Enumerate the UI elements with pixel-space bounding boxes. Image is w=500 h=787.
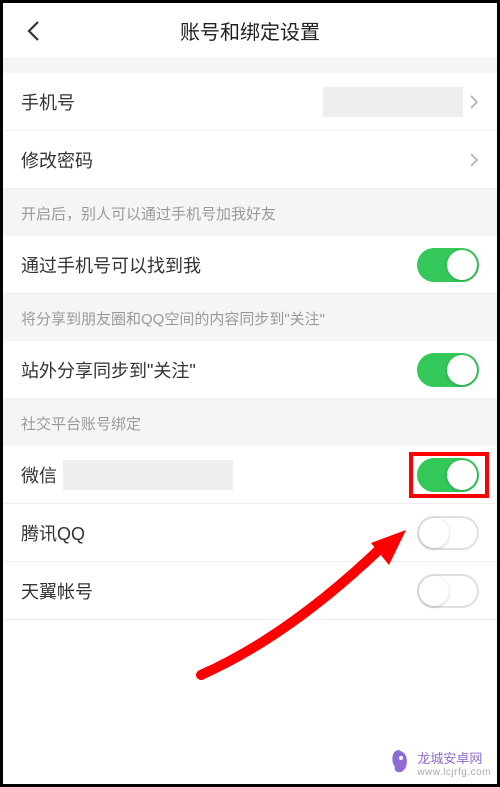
tianyi-label: 天翼帐号 [21,578,93,604]
sync-toggle[interactable] [417,353,479,387]
watermark-name: 龙城安卓网 [417,751,482,766]
find-by-phone-toggle[interactable] [417,248,479,282]
watermark-url: www.lcjrfg.com [417,767,491,778]
chevron-left-icon [26,20,40,42]
chevron-right-icon [469,94,479,110]
sync-label: 站外分享同步到"关注" [21,357,196,383]
sync-desc: 将分享到朋友圈和QQ空间的内容同步到"关注" [3,294,497,341]
social-header: 社交平台账号绑定 [3,399,497,446]
sync-row: 站外分享同步到"关注" [3,341,497,399]
qq-toggle[interactable] [417,516,479,550]
find-by-phone-row: 通过手机号可以找到我 [3,236,497,294]
qq-label: 腾讯QQ [21,520,85,546]
find-by-phone-label: 通过手机号可以找到我 [21,252,201,278]
qq-row: 腾讯QQ [3,504,497,562]
chevron-right-icon [469,152,479,168]
phone-label: 手机号 [21,89,75,115]
section-gap [3,59,497,73]
wechat-value-masked [63,460,233,490]
wechat-label: 微信 [21,462,57,488]
phone-row[interactable]: 手机号 [3,73,497,131]
watermark: 龙城安卓网 www.lcjrfg.com [385,747,491,778]
watermark-logo-icon [385,747,413,778]
back-button[interactable] [17,15,49,47]
change-password-label: 修改密码 [21,147,93,173]
wechat-toggle[interactable] [417,458,479,492]
page-title: 账号和绑定设置 [3,16,497,45]
change-password-row[interactable]: 修改密码 [3,131,497,189]
tianyi-row: 天翼帐号 [3,562,497,620]
phone-value-masked [323,87,463,117]
wechat-row: 微信 [3,446,497,504]
tianyi-toggle[interactable] [417,574,479,608]
find-by-phone-desc: 开启后，别人可以通过手机号加我好友 [3,189,497,236]
